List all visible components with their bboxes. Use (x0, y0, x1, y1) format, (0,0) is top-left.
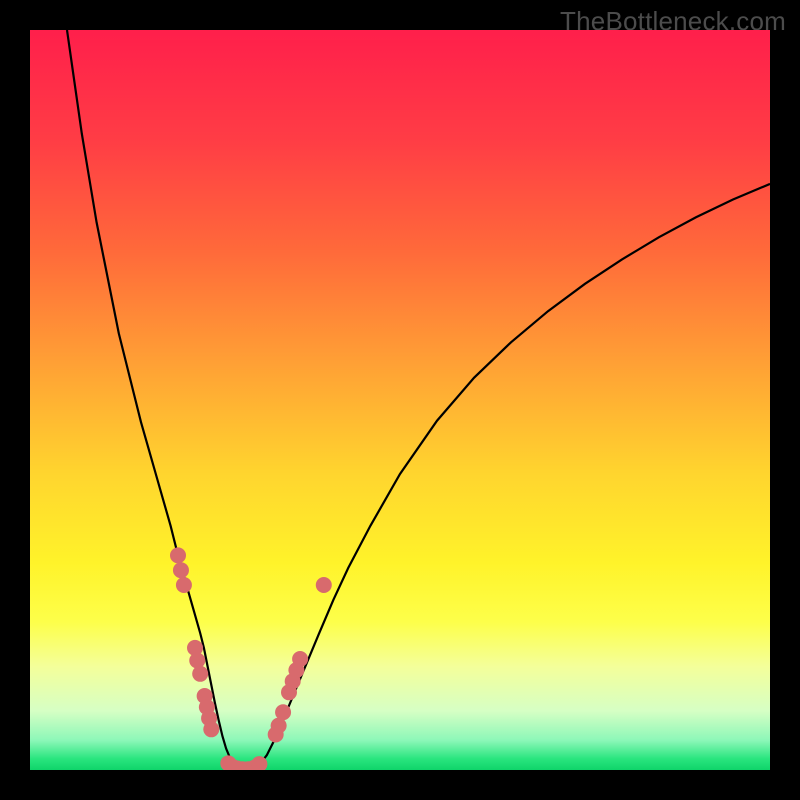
scatter-dot (292, 651, 308, 667)
scatter-dot (189, 652, 205, 668)
scatter-dot (316, 577, 332, 593)
scatter-dot (203, 721, 219, 737)
scatter-dot (192, 666, 208, 682)
chart-svg (30, 30, 770, 770)
scatter-dot (176, 577, 192, 593)
gradient-background (30, 30, 770, 770)
scatter-dot (170, 547, 186, 563)
scatter-dot (275, 704, 291, 720)
scatter-dot (173, 562, 189, 578)
plot-area (30, 30, 770, 770)
chart-frame: TheBottleneck.com (0, 0, 800, 800)
